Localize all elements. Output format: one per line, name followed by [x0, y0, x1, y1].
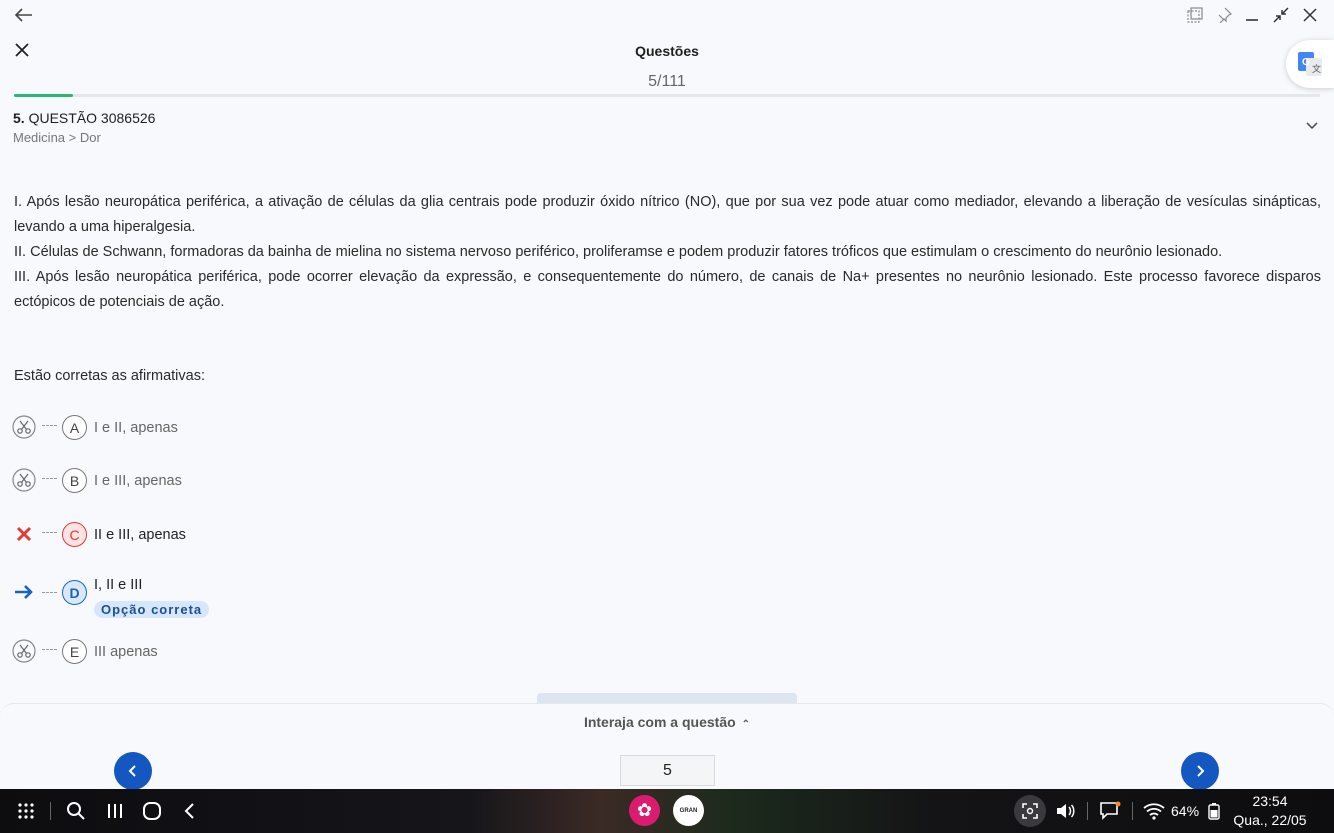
statement-2: II. Células de Schwann, formadoras da ba…: [14, 244, 1223, 260]
window-bar: [0, 0, 1334, 30]
chevron-left-icon: [128, 765, 136, 777]
wifi-icon[interactable]: [1142, 799, 1166, 823]
clock-date: Qua., 22/05: [1233, 812, 1307, 828]
pin-icon[interactable]: [1212, 4, 1236, 26]
question-number: 5.: [13, 110, 25, 126]
bottom-panel: Interaja com a questão ⌃ 5: [0, 703, 1334, 790]
notification-icon[interactable]: [1098, 799, 1122, 823]
option-letter: A: [62, 415, 87, 440]
chevron-down-icon[interactable]: [1300, 116, 1324, 136]
drag-handle[interactable]: [537, 693, 797, 703]
next-question-button[interactable]: [1181, 752, 1219, 790]
interact-toggle[interactable]: Interaja com a questão ⌃: [0, 714, 1334, 730]
option-d[interactable]: D I, II e III Opção correta: [12, 577, 512, 623]
question-category: Medicina > Dor: [13, 130, 101, 145]
progress-fill: [14, 94, 73, 97]
scissors-icon[interactable]: [12, 468, 36, 492]
option-e[interactable]: E III apenas: [12, 637, 512, 665]
restore-icon[interactable]: [1269, 4, 1293, 26]
option-connector: [42, 532, 57, 533]
taskbar-divider: [50, 802, 51, 820]
clock-time: 23:54: [1252, 793, 1288, 809]
home-icon[interactable]: [140, 799, 164, 823]
option-a[interactable]: A I e II, apenas: [12, 413, 512, 441]
arrow-left-icon[interactable]: [12, 4, 36, 26]
questions-header: Questões 5/111: [0, 30, 1334, 100]
arrow-right-icon: [12, 580, 36, 604]
battery-percent: 64%: [1171, 803, 1200, 819]
svg-text:G: G: [1302, 57, 1310, 68]
battery-icon: [1202, 799, 1226, 823]
question-counter: 5/111: [648, 73, 686, 90]
page-number-input[interactable]: 5: [620, 755, 715, 786]
chevron-up-icon: ⌃: [741, 719, 751, 730]
recents-icon[interactable]: [103, 799, 127, 823]
taskbar-divider: [1132, 802, 1133, 820]
question-prompt: Estão corretas as afirmativas:: [14, 368, 205, 384]
question-title: 5. QUESTÃO 3086526: [13, 110, 155, 126]
system-taskbar: ✿ GRAN 64% 23:54 Qua., 22/05: [0, 789, 1334, 833]
option-connector: [42, 592, 57, 593]
correct-option-badge: Opção correta: [94, 601, 210, 618]
gran-app-icon[interactable]: GRAN: [673, 795, 704, 826]
system-clock[interactable]: 23:54 Qua., 22/05: [1228, 792, 1312, 830]
translate-icon[interactable]: G 文: [1286, 40, 1334, 88]
question-statement: I. Após lesão neuropática periférica, a …: [14, 190, 1321, 315]
wrong-x-icon: [12, 522, 36, 546]
option-letter: B: [62, 468, 87, 493]
volume-icon[interactable]: [1053, 799, 1077, 823]
taskbar-divider: [1087, 802, 1088, 820]
gran-app-label: GRAN: [679, 807, 698, 814]
option-connector: [42, 478, 57, 479]
scissors-icon[interactable]: [12, 415, 36, 439]
option-letter: D: [62, 580, 87, 605]
option-connector: [42, 425, 57, 426]
minimize-icon[interactable]: [1240, 4, 1264, 26]
interact-label: Interaja com a questão: [583, 714, 736, 730]
page-title: Questões: [635, 43, 699, 59]
option-text: I, II e III: [94, 577, 143, 593]
previous-question-button[interactable]: [114, 752, 152, 790]
option-connector: [42, 649, 57, 650]
snap-icon[interactable]: [1183, 4, 1207, 26]
progress-bar: [14, 94, 1320, 97]
screen-capture-icon[interactable]: [1014, 795, 1046, 827]
question-label: QUESTÃO 3086526: [28, 110, 156, 126]
option-text: I e II, apenas: [94, 420, 178, 436]
option-letter: C: [62, 522, 87, 547]
close-icon[interactable]: [1298, 4, 1322, 26]
search-icon[interactable]: [64, 799, 88, 823]
svg-text:文: 文: [1312, 63, 1321, 75]
statement-1: I. Após lesão neuropática periférica, a …: [14, 194, 1321, 235]
option-text: I e III, apenas: [94, 473, 182, 489]
scissors-icon[interactable]: [12, 639, 36, 663]
option-b[interactable]: B I e III, apenas: [12, 466, 512, 494]
back-nav-icon[interactable]: [178, 799, 202, 823]
option-text: II e III, apenas: [94, 527, 186, 543]
chevron-right-icon: [1197, 765, 1205, 777]
option-text: III apenas: [94, 644, 158, 660]
statement-3: III. Após lesão neuropática periférica, …: [14, 269, 1321, 310]
option-letter: E: [62, 639, 87, 664]
question-header: 5. QUESTÃO 3086526 Medicina > Dor: [13, 110, 155, 145]
option-c[interactable]: C II e III, apenas: [12, 520, 512, 548]
flower-app-icon[interactable]: ✿: [629, 795, 660, 826]
apps-grid-icon[interactable]: [14, 799, 38, 823]
